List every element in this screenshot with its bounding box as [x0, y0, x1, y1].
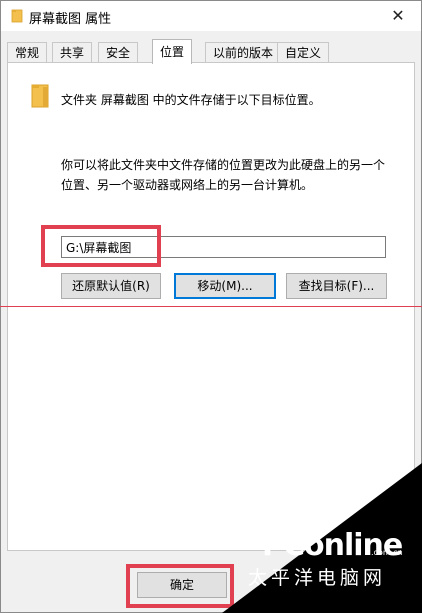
ok-button[interactable]: 确定: [137, 572, 227, 598]
annotation-line: [0, 306, 422, 307]
window-title: 屏幕截图 属性: [29, 12, 112, 27]
tab-general[interactable]: 常规: [7, 42, 48, 63]
location-path-input[interactable]: [61, 236, 386, 258]
tab-previous-versions[interactable]: 以前的版本: [205, 42, 282, 63]
move-button[interactable]: 移动(M)...: [174, 273, 276, 299]
tab-sharing[interactable]: 共享: [52, 42, 93, 63]
title-bar: 屏幕截图 属性 ✕: [1, 1, 421, 31]
folder-icon: [11, 9, 23, 23]
tab-location[interactable]: 位置: [152, 39, 193, 64]
location-description: 你可以将此文件夹中文件存储的位置更改为此硬盘上的另一个 位置、另一个驱动器或网络…: [61, 155, 401, 195]
watermark-logo-icon: [324, 504, 352, 526]
restore-default-button[interactable]: 还原默认值(R): [61, 273, 161, 299]
tab-security[interactable]: 安全: [98, 42, 139, 63]
description-line: 位置、另一个驱动器或网络上的另一台计算机。: [61, 178, 314, 192]
folder-icon: [31, 84, 49, 108]
tab-customize[interactable]: 自定义: [277, 42, 330, 63]
description-line: 你可以将此文件夹中文件存储的位置更改为此硬盘上的另一个: [61, 158, 386, 172]
close-button[interactable]: ✕: [383, 3, 413, 29]
watermark-chinese: 太平洋电脑网: [248, 567, 387, 589]
find-target-button[interactable]: 查找目标(F)...: [286, 273, 387, 299]
watermark-domain: .com.cn: [371, 548, 403, 557]
location-info-text: 文件夹 屏幕截图 中的文件存储于以下目标位置。: [61, 93, 321, 107]
watermark-brand: PConline: [262, 528, 403, 563]
